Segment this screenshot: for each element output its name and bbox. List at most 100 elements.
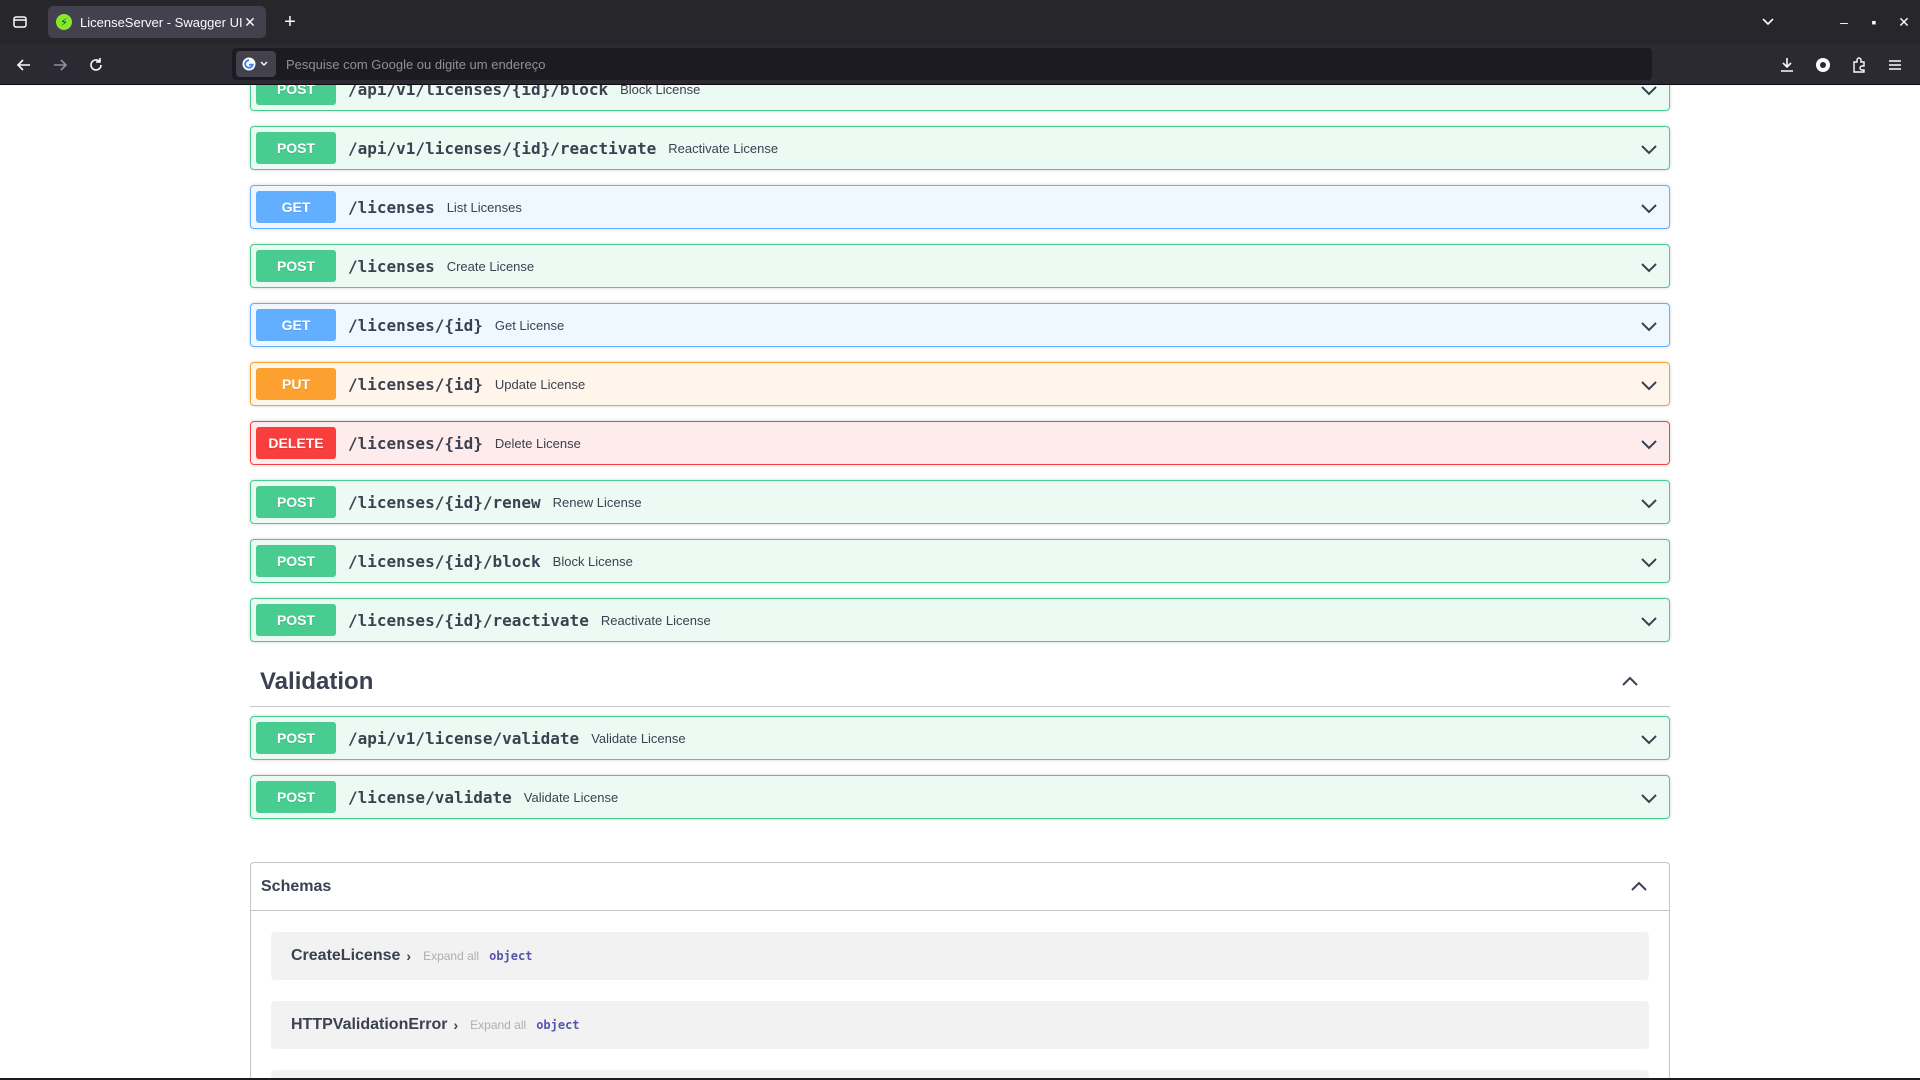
operation-summary: Update License	[494, 376, 586, 392]
method-badge: POST	[256, 722, 336, 754]
operation-path: /licenses/{id}/block	[348, 551, 541, 571]
operation-delete-license-id[interactable]: DELETE /licenses/{id} Delete License	[250, 421, 1670, 465]
tag-title: Validation	[260, 667, 374, 695]
schemas-title: Schemas	[261, 877, 332, 895]
downloads-icon[interactable]	[1775, 53, 1799, 77]
method-badge: POST	[256, 132, 336, 164]
chevron-down-icon[interactable]	[1639, 788, 1659, 808]
address-bar[interactable]	[232, 48, 1652, 80]
operation-path: /licenses/{id}/reactivate	[348, 610, 589, 630]
swagger-page: POST /api/v1/licenses/{id}/block Block L…	[0, 85, 1920, 1080]
operation-summary: List Licenses	[446, 199, 522, 215]
chevron-down-icon[interactable]	[1639, 85, 1659, 100]
method-badge: POST	[256, 486, 336, 518]
operation-post-license-renew[interactable]: POST /licenses/{id}/renew Renew License	[250, 480, 1670, 524]
operation-post-api-reactivate[interactable]: POST /api/v1/licenses/{id}/reactivate Re…	[250, 126, 1670, 170]
chevron-down-icon[interactable]	[1639, 493, 1659, 513]
tag-validation-header[interactable]: Validation	[250, 657, 1670, 707]
method-badge: POST	[256, 781, 336, 813]
schema-model[interactable]: CreateLicense › Expand all object	[271, 932, 1649, 980]
operation-summary: Reactivate License	[600, 612, 711, 628]
expand-all-button[interactable]: Expand all	[423, 949, 479, 963]
method-badge: POST	[256, 545, 336, 577]
tab-list-icon[interactable]	[8, 10, 32, 34]
operation-post-license-block[interactable]: POST /licenses/{id}/block Block License	[250, 539, 1670, 583]
search-engine-selector[interactable]	[236, 51, 276, 77]
maximize-button[interactable]: ▪	[1864, 12, 1884, 32]
window-close-button[interactable]: ✕	[1894, 12, 1914, 32]
chevron-down-icon[interactable]	[1639, 257, 1659, 277]
list-all-tabs-icon[interactable]	[1758, 12, 1778, 32]
chevron-down-icon[interactable]	[1639, 139, 1659, 159]
operation-summary: Renew License	[552, 494, 642, 510]
chevron-down-icon[interactable]	[1639, 434, 1659, 454]
browser-tab-bar: ⚡ LicenseServer - Swagger UI ✕ + – ▪ ✕	[0, 0, 1920, 44]
forward-arrow-icon[interactable]	[48, 53, 72, 77]
chevron-down-icon[interactable]	[1639, 729, 1659, 749]
operation-summary: Block License	[620, 85, 701, 97]
extensions-icon[interactable]	[1847, 53, 1871, 77]
url-input[interactable]	[276, 56, 1652, 72]
model-name[interactable]: CreateLicense	[291, 947, 400, 965]
method-badge: DELETE	[256, 427, 336, 459]
chevron-down-icon[interactable]	[1639, 198, 1659, 218]
method-badge: GET	[256, 309, 336, 341]
operation-put-license-id[interactable]: PUT /licenses/{id} Update License	[250, 362, 1670, 406]
method-badge: POST	[256, 604, 336, 636]
chevron-down-icon[interactable]	[1639, 375, 1659, 395]
schema-model[interactable]: HTTPValidationError › Expand all object	[271, 1001, 1649, 1049]
chevron-down-icon[interactable]	[1639, 552, 1659, 572]
menu-icon[interactable]	[1883, 53, 1907, 77]
operation-summary: Get License	[494, 317, 565, 333]
chevron-up-icon[interactable]	[1620, 672, 1640, 692]
operation-path: /licenses/{id}	[348, 315, 483, 335]
operation-summary: Block License	[552, 553, 633, 569]
method-badge: POST	[256, 250, 336, 282]
reload-icon[interactable]	[84, 53, 108, 77]
operation-path: /license/validate	[348, 787, 512, 807]
chevron-down-icon[interactable]	[1639, 611, 1659, 631]
operation-summary: Delete License	[494, 435, 581, 451]
schemas-section: Schemas CreateLicense › Expand all objec…	[250, 862, 1670, 1080]
operation-path: /licenses/{id}	[348, 374, 483, 394]
operation-path: /api/v1/licenses/{id}/block	[348, 85, 609, 99]
operation-path: /licenses	[348, 197, 435, 217]
model-type: object	[489, 949, 533, 963]
back-arrow-icon[interactable]	[12, 53, 36, 77]
swagger-favicon-icon: ⚡	[56, 14, 72, 30]
method-badge: POST	[256, 85, 336, 105]
operation-summary: Validate License	[591, 730, 686, 746]
operation-path: /api/v1/license/validate	[348, 728, 580, 748]
account-icon[interactable]	[1811, 53, 1835, 77]
chevron-right-icon[interactable]: ›	[453, 1017, 458, 1033]
operation-path: /licenses/{id}/renew	[348, 492, 541, 512]
expand-all-button[interactable]: Expand all	[470, 1018, 526, 1032]
schemas-header[interactable]: Schemas	[251, 863, 1669, 911]
operation-summary: Validate License	[523, 789, 619, 805]
tab-title: LicenseServer - Swagger UI	[80, 14, 242, 30]
operation-post-validate[interactable]: POST /license/validate Validate License	[250, 775, 1670, 819]
operation-get-licenses[interactable]: GET /licenses List Licenses	[250, 185, 1670, 229]
chevron-up-icon[interactable]	[1629, 877, 1649, 897]
operation-post-licenses[interactable]: POST /licenses Create License	[250, 244, 1670, 288]
operation-summary: Reactivate License	[668, 140, 779, 156]
operation-path: /licenses/{id}	[348, 433, 483, 453]
operation-summary: Create License	[446, 258, 535, 274]
google-icon	[242, 57, 268, 71]
browser-tab-active[interactable]: ⚡ LicenseServer - Swagger UI ✕	[48, 6, 266, 38]
new-tab-button[interactable]: +	[280, 12, 300, 32]
operation-path: /api/v1/licenses/{id}/reactivate	[348, 138, 657, 158]
operation-post-license-reactivate[interactable]: POST /licenses/{id}/reactivate Reactivat…	[250, 598, 1670, 642]
operation-post-api-validate[interactable]: POST /api/v1/license/validate Validate L…	[250, 716, 1670, 760]
method-badge: GET	[256, 191, 336, 223]
chevron-down-icon[interactable]	[1639, 316, 1659, 336]
operation-path: /licenses	[348, 256, 435, 276]
model-name[interactable]: HTTPValidationError	[291, 1016, 447, 1034]
model-type: object	[536, 1018, 580, 1032]
chevron-right-icon[interactable]: ›	[406, 948, 411, 964]
tab-close-icon[interactable]: ✕	[242, 14, 258, 30]
operation-get-license-id[interactable]: GET /licenses/{id} Get License	[250, 303, 1670, 347]
minimize-button[interactable]: –	[1834, 12, 1854, 32]
browser-navigation-bar	[0, 44, 1920, 85]
operation-post-api-block[interactable]: POST /api/v1/licenses/{id}/block Block L…	[250, 85, 1670, 111]
